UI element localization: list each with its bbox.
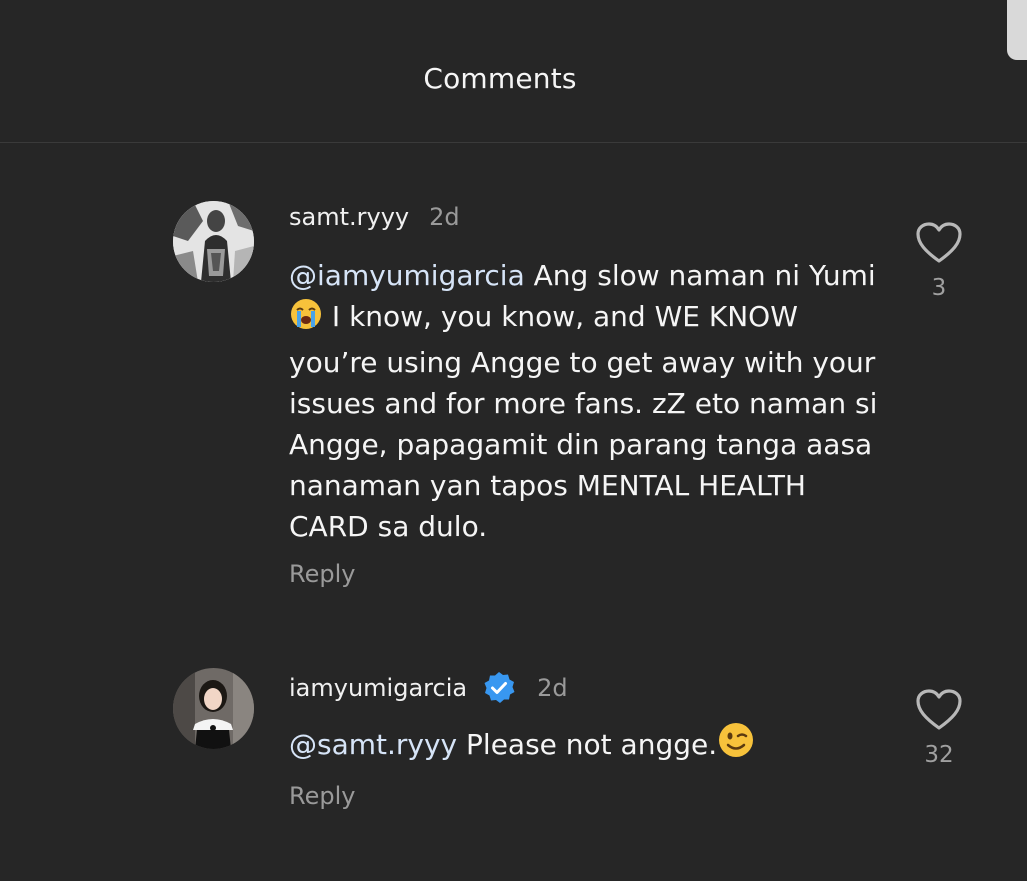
verified-badge-icon — [481, 670, 517, 706]
like-group: 3 — [914, 221, 964, 301]
crying-face-icon — [289, 297, 323, 342]
comment-meta: iamyumigarcia 2d — [289, 670, 568, 706]
mention-link[interactable]: @samt.ryyy — [289, 728, 457, 761]
reply-button[interactable]: Reply — [289, 560, 355, 588]
username[interactable]: samt.ryyy — [289, 203, 409, 231]
username[interactable]: iamyumigarcia — [289, 674, 467, 702]
heart-icon[interactable] — [915, 222, 963, 269]
avatar[interactable] — [173, 668, 254, 749]
comments-page: Comments samt.ryyy 2d @iamyumigarcia Ang… — [0, 0, 1027, 881]
like-count: 3 — [931, 275, 947, 301]
comment-text-part: Please not angge. — [466, 728, 718, 761]
heart-icon[interactable] — [915, 689, 963, 736]
timestamp: 2d — [429, 203, 460, 231]
comment-text-part: Ang slow naman ni Yumi — [533, 259, 876, 292]
like-group: 32 — [914, 688, 964, 768]
comments-header: Comments — [0, 0, 1027, 143]
like-count: 32 — [924, 742, 954, 768]
timestamp: 2d — [537, 674, 568, 702]
avatar[interactable] — [173, 201, 254, 282]
mention-link[interactable]: @iamyumigarcia — [289, 259, 525, 292]
comment-meta: samt.ryyy 2d — [289, 203, 460, 231]
comment-text: @samt.ryyy Please not angge. — [289, 721, 879, 770]
page-title: Comments — [423, 62, 577, 95]
winking-face-icon — [717, 721, 755, 770]
comment-text-part: I know, you know, and WE KNOW you’re usi… — [289, 300, 878, 543]
reply-button[interactable]: Reply — [289, 782, 355, 810]
comment-text: @iamyumigarcia Ang slow naman ni Yumi I … — [289, 255, 879, 547]
